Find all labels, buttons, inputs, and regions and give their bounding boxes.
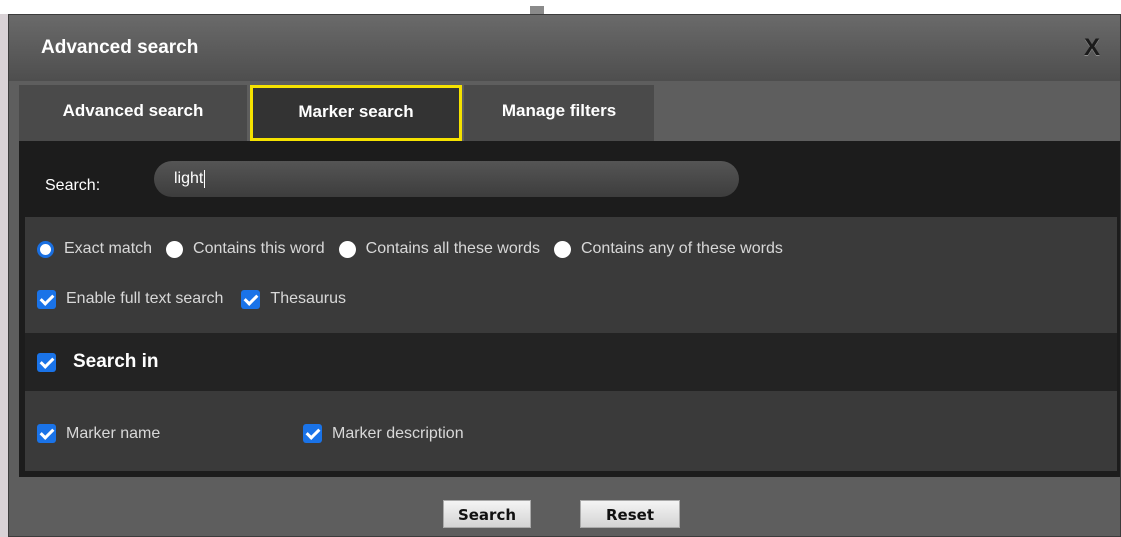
page-background-top xyxy=(0,0,1121,14)
match-mode-radio-group: Exact match Contains this word Contains … xyxy=(37,235,797,263)
tab-marker-search[interactable]: Marker search xyxy=(250,85,462,141)
advanced-search-dialog: Advanced search X Advanced search Marker… xyxy=(8,14,1121,537)
radio-contains-this-word[interactable] xyxy=(166,240,184,258)
radio-label-contains-any-of-these-words[interactable]: Contains any of these words xyxy=(581,240,783,258)
close-icon[interactable]: X xyxy=(1078,33,1106,63)
tab-bar: Advanced search Marker search Manage fil… xyxy=(9,85,1120,141)
field-marker-description: Marker description xyxy=(303,424,464,443)
search-label: Search: xyxy=(45,177,101,194)
tab-manage-filters[interactable]: Manage filters xyxy=(464,85,654,141)
text-caret xyxy=(204,169,206,188)
field-marker-name: Marker name xyxy=(37,424,160,443)
search-button[interactable]: Search xyxy=(443,500,531,528)
dialog-title: Advanced search xyxy=(41,37,199,58)
search-input-value: light xyxy=(174,170,204,187)
radio-label-contains-all-these-words[interactable]: Contains all these words xyxy=(366,240,540,258)
checkbox-search-in[interactable] xyxy=(37,353,56,372)
radio-label-exact-match[interactable]: Exact match xyxy=(64,240,152,258)
dialog-titlebar: Advanced search X xyxy=(9,15,1120,81)
search-input[interactable]: light xyxy=(154,161,739,197)
reset-button[interactable]: Reset xyxy=(580,500,680,528)
marker-search-panel: Search: light Exact match Contains this … xyxy=(19,141,1120,477)
label-marker-description[interactable]: Marker description xyxy=(332,425,464,443)
background-handle xyxy=(530,6,544,14)
radio-label-contains-this-word[interactable]: Contains this word xyxy=(193,240,325,258)
checkbox-thesaurus[interactable] xyxy=(241,289,261,309)
match-options-section: Exact match Contains this word Contains … xyxy=(25,217,1117,333)
label-marker-name[interactable]: Marker name xyxy=(66,425,160,443)
search-options-row: Enable full text search Thesaurus xyxy=(37,285,364,313)
search-in-fields: Marker name Marker description xyxy=(25,391,1117,471)
search-in-label[interactable]: Search in xyxy=(73,351,159,373)
checkbox-enable-full-text-search[interactable] xyxy=(37,289,56,309)
search-in-header: Search in xyxy=(25,333,1117,391)
checkbox-marker-description[interactable] xyxy=(303,424,322,443)
radio-exact-match[interactable] xyxy=(37,240,54,258)
radio-contains-all-these-words[interactable] xyxy=(338,240,356,258)
label-thesaurus[interactable]: Thesaurus xyxy=(270,290,346,308)
checkbox-marker-name[interactable] xyxy=(37,424,56,443)
label-enable-full-text-search[interactable]: Enable full text search xyxy=(66,290,223,308)
radio-contains-any-of-these-words[interactable] xyxy=(553,240,571,258)
tab-advanced-search[interactable]: Advanced search xyxy=(19,85,247,141)
page-background-left xyxy=(0,14,8,537)
